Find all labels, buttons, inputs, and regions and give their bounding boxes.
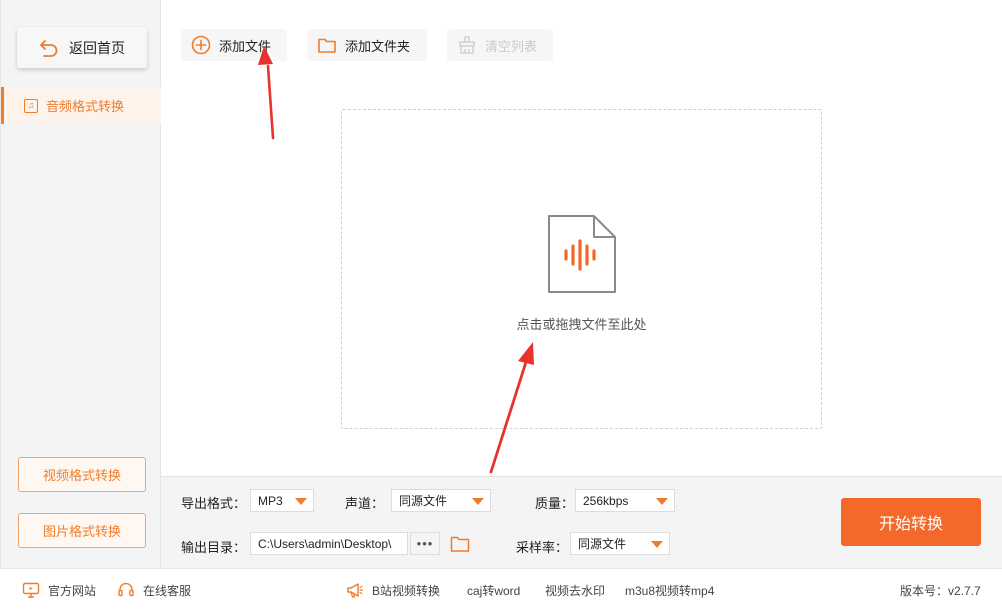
chevron-down-icon: [651, 541, 663, 548]
official-website-link[interactable]: 官方网站: [22, 569, 96, 610]
quality-value: 256kbps: [583, 493, 629, 508]
broom-icon: [459, 36, 475, 54]
promo-link-bilibili[interactable]: B站视频转换: [346, 569, 440, 610]
monitor-icon: [22, 582, 40, 598]
format-label: 导出格式：: [181, 496, 247, 511]
format-select[interactable]: MP3: [250, 489, 314, 512]
folder-icon[interactable]: [450, 535, 470, 553]
audio-file-icon: [548, 215, 616, 293]
add-folder-label: 添加文件夹: [345, 38, 411, 54]
promo-link-label: B站视频转换: [372, 583, 441, 598]
clear-list-button[interactable]: 清空列表: [447, 29, 553, 61]
online-support-link[interactable]: 在线客服: [117, 569, 191, 610]
start-convert-button[interactable]: 开始转换: [841, 498, 981, 546]
promo-link-m3u8[interactable]: m3u8视频转mp4: [625, 569, 714, 610]
back-arrow-icon: [40, 39, 58, 57]
back-home-button[interactable]: 返回首页: [17, 27, 147, 68]
quality-label: 质量：: [535, 496, 575, 511]
back-home-label: 返回首页: [69, 39, 125, 56]
online-support-label: 在线客服: [143, 583, 192, 598]
folder-icon: [318, 38, 336, 53]
music-note-icon: ♫: [24, 98, 38, 113]
image-convert-button[interactable]: 图片格式转换: [18, 513, 146, 548]
footer: 官方网站 在线客服 B站视频转换 caj转word 视频去水印 m3u8视频转m…: [0, 568, 1002, 610]
promo-link-caj[interactable]: caj转word: [467, 569, 520, 610]
browse-dots-button[interactable]: •••: [410, 532, 440, 555]
channel-select[interactable]: 同源文件: [391, 489, 491, 512]
video-convert-button[interactable]: 视频格式转换: [18, 457, 146, 492]
add-file-button[interactable]: 添加文件: [181, 29, 287, 61]
sidebar-item-audio-convert[interactable]: ♫ 音频格式转换: [1, 87, 161, 124]
official-website-label: 官方网站: [48, 583, 97, 598]
headset-icon: [118, 582, 134, 597]
output-dir-field[interactable]: C:\Users\admin\Desktop\: [250, 532, 408, 555]
sidebar-item-label: 音频格式转换: [46, 99, 125, 114]
drop-hint: 点击或拖拽文件至此处: [516, 317, 647, 332]
sidebar: 返回首页 ♫ 音频格式转换 视频格式转换 图片格式转换: [0, 0, 161, 568]
promo-link-watermark[interactable]: 视频去水印: [545, 569, 605, 610]
add-folder-button[interactable]: 添加文件夹: [307, 29, 427, 61]
version-label: 版本号：v2.7.7: [900, 583, 981, 598]
samplerate-value: 同源文件: [578, 537, 627, 551]
output-dir-label: 输出目录：: [181, 540, 247, 555]
format-value: MP3: [258, 493, 283, 508]
clear-list-label: 清空列表: [485, 38, 538, 54]
settings-panel: 导出格式： MP3 声道： 同源文件 质量： 256kbps 输出目录： C:\…: [161, 476, 1002, 568]
quality-select[interactable]: 256kbps: [575, 489, 675, 512]
file-drop-zone[interactable]: 点击或拖拽文件至此处: [341, 109, 822, 429]
megaphone-icon: [347, 583, 364, 598]
chevron-down-icon: [472, 498, 484, 505]
add-file-label: 添加文件: [219, 38, 272, 54]
samplerate-select[interactable]: 同源文件: [570, 532, 670, 555]
chevron-down-icon: [295, 498, 307, 505]
samplerate-label: 采样率：: [516, 540, 569, 555]
channel-value: 同源文件: [399, 494, 448, 508]
chevron-down-icon: [656, 498, 668, 505]
plus-circle-icon: [191, 35, 211, 55]
channel-label: 声道：: [345, 496, 385, 511]
